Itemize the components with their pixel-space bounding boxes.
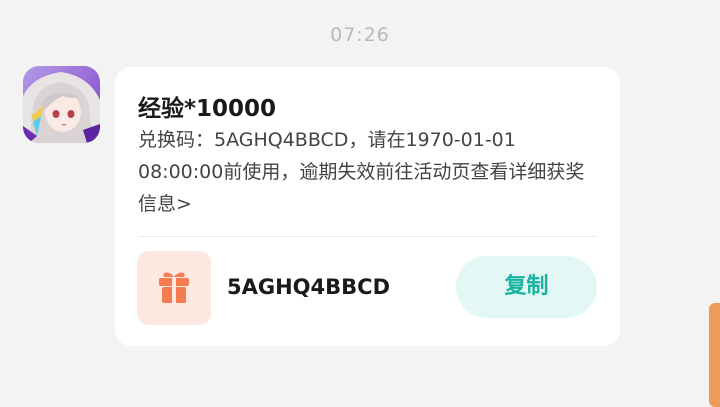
reward-description-link[interactable]: 兑换码：5AGHQ4BBCD，请在1970-01-01 08:00:00前使用，…	[138, 124, 603, 220]
gift-icon	[159, 272, 189, 303]
copy-button[interactable]: 复制	[456, 256, 597, 318]
reward-title: 经验*10000	[138, 96, 277, 122]
game-character-avatar-icon	[23, 66, 100, 143]
divider	[138, 236, 597, 237]
scrollbar-thumb[interactable]	[709, 303, 720, 407]
redeem-code: 5AGHQ4BBCD	[227, 275, 390, 299]
reward-message-card: 经验*10000 兑换码：5AGHQ4BBCD，请在1970-01-01 08:…	[115, 67, 620, 346]
gift-icon-box	[137, 251, 211, 325]
message-timestamp: 07:26	[330, 24, 390, 46]
sender-avatar[interactable]	[23, 66, 100, 143]
